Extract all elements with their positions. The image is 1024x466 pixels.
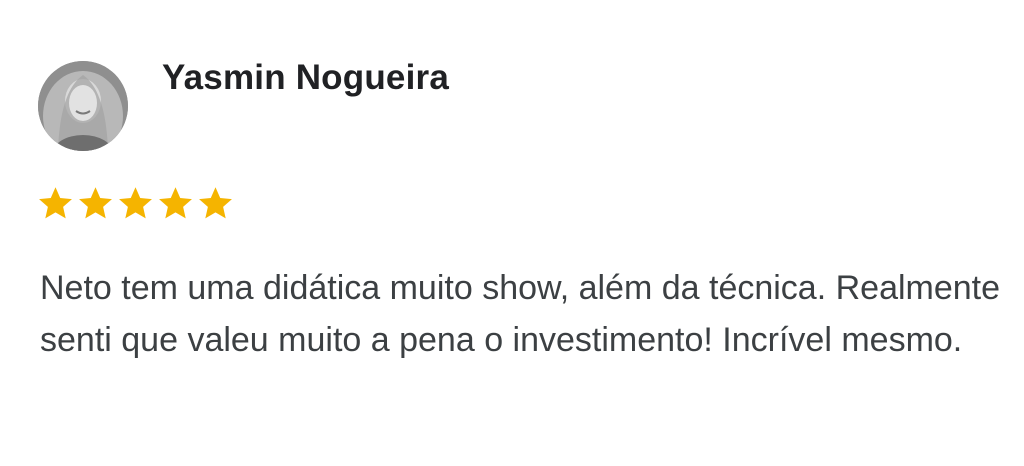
avatar[interactable] bbox=[38, 61, 128, 151]
review-text: Neto tem uma didática muito show, além d… bbox=[40, 269, 1001, 359]
star-icon bbox=[39, 187, 72, 219]
star-icon bbox=[159, 187, 192, 219]
review-card: Yasmin Nogueira Neto tem uma didática mu… bbox=[0, 0, 1024, 466]
star-icon bbox=[199, 187, 232, 219]
star-icon bbox=[119, 187, 152, 219]
star-icon bbox=[79, 187, 112, 219]
avatar-photo-icon bbox=[38, 61, 128, 151]
reviewer-name[interactable]: Yasmin Nogueira bbox=[162, 58, 449, 98]
star-rating bbox=[37, 186, 234, 221]
